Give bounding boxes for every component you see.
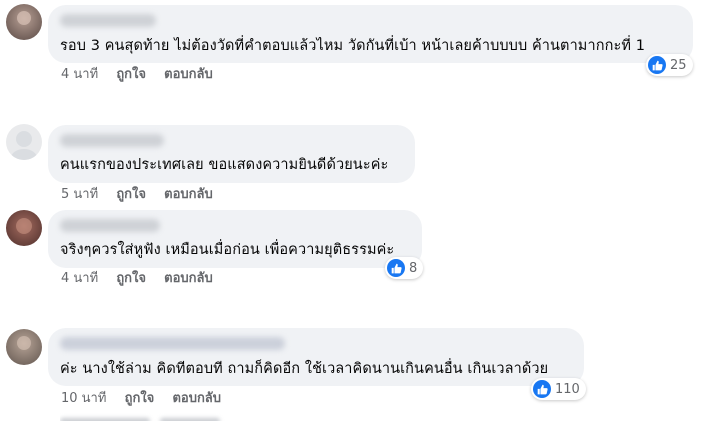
comment-bubble: ค่ะ นางใช้ล่าม คิดทีตอบที ถามก็คิดอีก ใช… xyxy=(48,328,584,386)
reaction-badge[interactable]: 110 xyxy=(531,378,586,400)
author-name[interactable] xyxy=(60,337,285,350)
comment-text: คนแรกของประเทศเลย ขอแสดงความยินดีด้วยนะค… xyxy=(60,157,389,173)
like-link[interactable]: ถูกใจ xyxy=(116,67,146,83)
author-name[interactable] xyxy=(60,219,160,232)
author-name[interactable] xyxy=(60,134,164,147)
avatar[interactable] xyxy=(6,329,42,365)
reply-link[interactable]: ตอบกลับ xyxy=(164,271,213,287)
like-thumbs-up-icon xyxy=(533,380,551,398)
reaction-badge[interactable]: 8 xyxy=(385,257,424,279)
author-name[interactable] xyxy=(60,14,156,27)
comment-actions: 5 นาที ถูกใจ ตอบกลับ xyxy=(61,187,213,203)
reply-link[interactable]: ตอบกลับ xyxy=(164,67,213,83)
avatar[interactable] xyxy=(6,124,42,160)
comment-actions: 4 นาที ถูกใจ ตอบกลับ xyxy=(61,271,213,287)
reaction-count: 25 xyxy=(670,57,687,73)
like-thumbs-up-icon xyxy=(648,56,666,74)
like-thumbs-up-icon xyxy=(387,259,405,277)
comment-actions: 4 นาที ถูกใจ ตอบกลับ xyxy=(61,67,213,83)
avatar[interactable] xyxy=(6,210,42,246)
comment-bubble: จริงๆควรใส่หูฟัง เหมือนเมื่อก่อน เพื่อคว… xyxy=(48,210,422,268)
timestamp[interactable]: 10 นาที xyxy=(61,391,106,407)
reply-link[interactable]: ตอบกลับ xyxy=(172,391,221,407)
reaction-count: 8 xyxy=(409,260,418,276)
reply-link[interactable]: ตอบกลับ xyxy=(164,187,213,203)
timestamp[interactable]: 4 นาที xyxy=(61,67,98,83)
cut-off-reply-preview xyxy=(60,412,240,421)
comment-bubble: รอบ 3 คนสุดท้าย ไม่ต้องวัดที่คำตอบแล้วไห… xyxy=(48,5,693,63)
avatar[interactable] xyxy=(6,4,42,40)
timestamp[interactable]: 5 นาที xyxy=(61,187,98,203)
comment-text: รอบ 3 คนสุดท้าย ไม่ต้องวัดที่คำตอบแล้วไห… xyxy=(60,38,646,54)
comment-actions: 10 นาที ถูกใจ ตอบกลับ xyxy=(61,391,221,407)
like-link[interactable]: ถูกใจ xyxy=(125,391,155,407)
like-link[interactable]: ถูกใจ xyxy=(116,271,146,287)
like-link[interactable]: ถูกใจ xyxy=(116,187,146,203)
reaction-count: 110 xyxy=(555,381,580,397)
reaction-badge[interactable]: 25 xyxy=(646,54,693,76)
timestamp[interactable]: 4 นาที xyxy=(61,271,98,287)
comment-text: จริงๆควรใส่หูฟัง เหมือนเมื่อก่อน เพื่อคว… xyxy=(60,242,395,258)
comment-bubble: คนแรกของประเทศเลย ขอแสดงความยินดีด้วยนะค… xyxy=(48,125,415,183)
comment-text: ค่ะ นางใช้ล่าม คิดทีตอบที ถามก็คิดอีก ใช… xyxy=(60,361,549,377)
